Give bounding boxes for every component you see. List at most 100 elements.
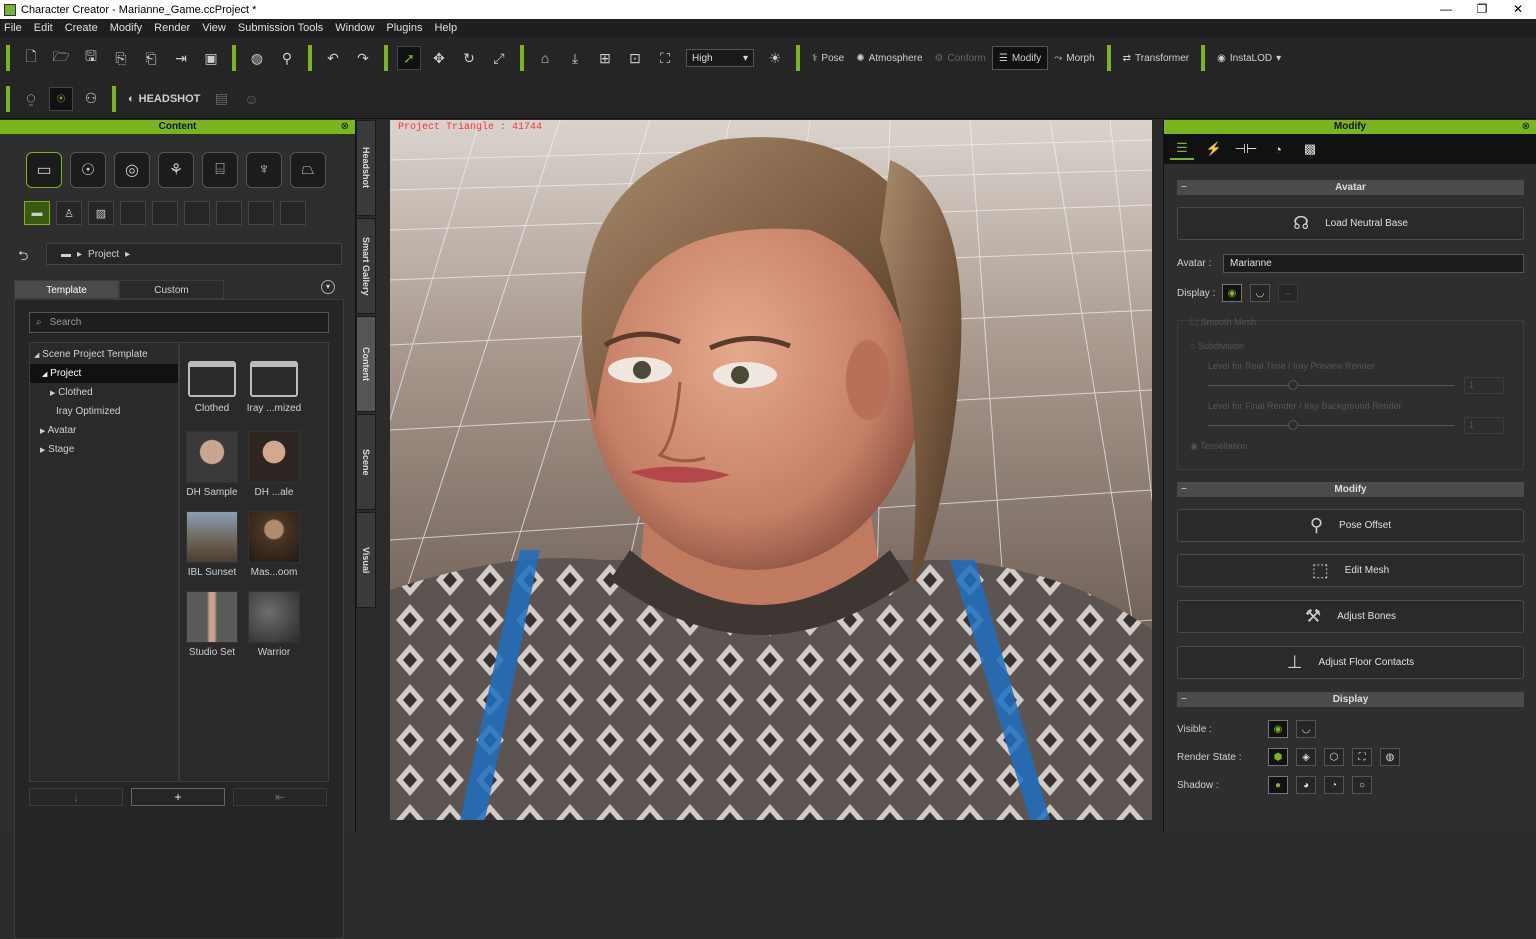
save-icon[interactable]: 🖫 bbox=[79, 46, 103, 70]
smooth-mesh-checkbox[interactable]: ☐ Smooth Mesh bbox=[1190, 317, 1256, 328]
side-tab-content[interactable]: Content bbox=[356, 316, 376, 412]
instalod-button[interactable]: ◉ InstaLOD ▾ bbox=[1211, 46, 1287, 70]
content-item[interactable]: Mas...oom bbox=[244, 511, 304, 578]
folder-sub-icon[interactable]: ▬ bbox=[24, 201, 50, 225]
export-icon[interactable]: ⎗ bbox=[139, 46, 163, 70]
realtime-level-slider[interactable] bbox=[1208, 385, 1454, 386]
menu-view[interactable]: View bbox=[202, 22, 226, 34]
collapse-icon[interactable]: − bbox=[1181, 692, 1187, 707]
group-icon[interactable]: ⚇ bbox=[79, 87, 103, 111]
tab-template[interactable]: Template bbox=[14, 280, 119, 299]
rotate-icon[interactable]: ↻ bbox=[457, 46, 481, 70]
move-icon[interactable]: ✥ bbox=[427, 46, 451, 70]
modify-tab-scale-icon[interactable]: ⊣⊢ bbox=[1234, 138, 1258, 160]
search-input[interactable]: ⌕ Search bbox=[29, 312, 329, 333]
empty-sub-slot[interactable] bbox=[152, 201, 178, 225]
drop-icon[interactable]: ⤓ bbox=[563, 46, 587, 70]
side-tab-headshot[interactable]: Headshot bbox=[356, 120, 376, 216]
tree-expand-icon[interactable]: ▶ bbox=[50, 390, 55, 397]
tree-node-iray-optimized[interactable]: Iray Optimized bbox=[30, 402, 178, 421]
menu-create[interactable]: Create bbox=[65, 22, 98, 34]
side-tab-scene[interactable]: Scene bbox=[356, 414, 376, 510]
avatar-section-header[interactable]: − Avatar bbox=[1177, 180, 1524, 195]
menu-submission-tools[interactable]: Submission Tools bbox=[238, 22, 323, 34]
display-cycle-icon[interactable]: ⇔ bbox=[1278, 284, 1298, 302]
quality-select[interactable]: High ▾ bbox=[686, 49, 754, 67]
menu-window[interactable]: Window bbox=[335, 22, 374, 34]
tree-node-stage[interactable]: ▶ Stage bbox=[30, 440, 178, 459]
apply-button[interactable]: ⇤ bbox=[233, 788, 327, 806]
atmosphere-button[interactable]: ✺ Atmosphere bbox=[850, 46, 928, 70]
hidden-eye-icon[interactable]: ◡ bbox=[1296, 720, 1316, 738]
display-eye-icon[interactable]: ◉ bbox=[1222, 284, 1242, 302]
clothing-icon[interactable]: ◎ bbox=[114, 152, 150, 188]
adjust-floor-contacts-button[interactable]: ⊥ Adjust Floor Contacts bbox=[1177, 646, 1524, 679]
menu-render[interactable]: Render bbox=[154, 22, 190, 34]
accessory-icon[interactable]: ⚘ bbox=[158, 152, 194, 188]
content-item[interactable]: IBL Sunset bbox=[182, 511, 242, 578]
figure-sub-icon[interactable]: ♙ bbox=[56, 201, 82, 225]
stage-icon[interactable]: ⏢ bbox=[290, 152, 326, 188]
close-button[interactable]: ✕ bbox=[1500, 0, 1536, 19]
add-button[interactable]: + bbox=[131, 788, 225, 806]
content-item[interactable]: Warrior bbox=[244, 591, 304, 658]
conform-button[interactable]: ⚙ Conform bbox=[929, 46, 992, 70]
menu-plugins[interactable]: Plugins bbox=[386, 22, 422, 34]
tab-options-icon[interactable]: ▾ bbox=[321, 280, 335, 294]
adjust-bones-button[interactable]: ⚒ Adjust Bones bbox=[1177, 600, 1524, 633]
project-folder-icon[interactable]: ▭ bbox=[26, 152, 62, 188]
content-item[interactable]: DH ...ale bbox=[244, 431, 304, 498]
edit-mesh-button[interactable]: ⬚ Edit Mesh bbox=[1177, 554, 1524, 587]
import-icon[interactable]: ⎘ bbox=[109, 46, 133, 70]
load-neutral-base-button[interactable]: ☊ Load Neutral Base bbox=[1177, 207, 1524, 240]
display-closed-eye-icon[interactable]: ◡ bbox=[1250, 284, 1270, 302]
menu-modify[interactable]: Modify bbox=[110, 22, 142, 34]
menu-edit[interactable]: Edit bbox=[34, 22, 53, 34]
tree-node-project[interactable]: ◢ Project bbox=[30, 364, 178, 383]
empty-sub-slot[interactable] bbox=[216, 201, 242, 225]
image-sub-icon[interactable]: ▨ bbox=[88, 201, 114, 225]
breadcrumb-project[interactable]: Project bbox=[88, 249, 119, 260]
pose-button[interactable]: ⚕ Pose bbox=[806, 46, 850, 70]
headshot-button[interactable]: ◐ HEADSHOT bbox=[122, 87, 206, 111]
new-file-icon[interactable]: 🗋 bbox=[19, 46, 43, 70]
pose-offset-button[interactable]: ⚲ Pose Offset bbox=[1177, 509, 1524, 542]
tree-node-avatar[interactable]: ▶ Avatar bbox=[30, 421, 178, 440]
open-folder-icon[interactable]: 🗁 bbox=[49, 46, 73, 70]
modify-tab-motion-icon[interactable]: ⚡ bbox=[1202, 138, 1226, 160]
render-bounding-icon[interactable]: ⛶ bbox=[1352, 748, 1372, 766]
avatar-icon[interactable]: ☉ bbox=[70, 152, 106, 188]
export-out-icon[interactable]: ⇥ bbox=[169, 46, 193, 70]
empty-sub-slot[interactable] bbox=[120, 201, 146, 225]
light-icon[interactable]: ☀ bbox=[763, 46, 787, 70]
side-tab-visual[interactable]: Visual bbox=[356, 512, 376, 608]
tree-node-clothed[interactable]: ▶ Clothed bbox=[30, 383, 178, 402]
3d-viewport[interactable]: Project Triangle : 41744 bbox=[390, 120, 1152, 820]
document-icon[interactable]: ▤ bbox=[209, 87, 233, 111]
home-icon[interactable]: ⌂ bbox=[533, 46, 557, 70]
shadow-cast-receive-icon[interactable]: ● bbox=[1268, 776, 1288, 794]
side-tab-smart-gallery[interactable]: Smart Gallery bbox=[356, 218, 376, 314]
render-solid-icon[interactable]: ⬢ bbox=[1268, 748, 1288, 766]
fit-view-icon[interactable]: ⛶ bbox=[653, 46, 677, 70]
tree-node-scene-project-template[interactable]: ◢ Scene Project Template bbox=[30, 345, 178, 364]
scale-icon[interactable]: ⤢ bbox=[487, 46, 511, 70]
undo-icon[interactable]: ↶ bbox=[321, 46, 345, 70]
select-arrow-icon[interactable]: ➚ bbox=[397, 46, 421, 70]
back-arrow-icon[interactable]: ⮌ bbox=[18, 247, 28, 269]
tree-expand-icon[interactable]: ▶ bbox=[40, 428, 45, 435]
display-section-header[interactable]: − Display bbox=[1177, 692, 1524, 707]
modify-tab-morph-icon[interactable]: ◔ bbox=[1266, 138, 1290, 160]
realtime-level-spinner[interactable]: 1 bbox=[1464, 377, 1504, 394]
tree-expand-icon[interactable]: ◢ bbox=[42, 371, 47, 378]
modify-tab-sliders-icon[interactable]: ☰ bbox=[1170, 138, 1194, 160]
render-wireframe-icon[interactable]: ⬡ bbox=[1324, 748, 1344, 766]
minimize-button[interactable]: — bbox=[1428, 0, 1464, 19]
tree-expand-icon[interactable]: ▶ bbox=[40, 447, 45, 454]
empty-sub-slot[interactable] bbox=[248, 201, 274, 225]
collapse-icon[interactable]: − bbox=[1181, 482, 1187, 497]
mesh-icon[interactable]: ⍜ bbox=[19, 87, 43, 111]
content-item[interactable]: Clothed bbox=[182, 353, 242, 414]
visible-eye-icon[interactable]: ◉ bbox=[1268, 720, 1288, 738]
content-item[interactable]: Studio Set bbox=[182, 591, 242, 658]
